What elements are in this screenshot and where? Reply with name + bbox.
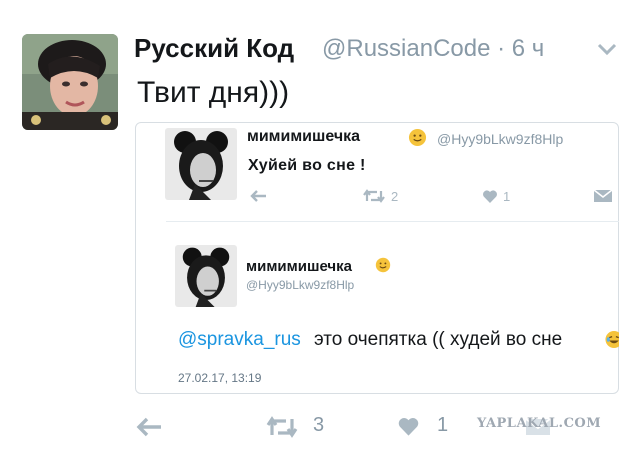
quoted-text: Хуйей во сне !	[248, 157, 366, 174]
like-count: 1	[437, 414, 449, 436]
tweet-text: Твит дня)))	[137, 76, 290, 109]
reply-text: это очепятка (( худей во сне	[314, 329, 563, 350]
retweet-icon	[362, 189, 386, 203]
quoted-handle: @Hyy9bLkw9zf8Hlp	[437, 131, 564, 147]
laughing-emoji	[604, 330, 619, 349]
author-avatar[interactable]	[22, 34, 118, 130]
heart-icon	[482, 189, 498, 204]
quoted-handle: @Hyy9bLkw9zf8Hlp	[246, 278, 355, 292]
quoted-avatar	[175, 245, 237, 307]
retweet-count: 3	[313, 414, 325, 436]
slightly-smiling-emoji	[375, 257, 391, 273]
heart-icon[interactable]	[397, 416, 420, 437]
slightly-smiling-emoji	[408, 128, 427, 147]
like-count: 1	[503, 189, 511, 204]
reply-icon[interactable]	[136, 416, 164, 438]
retweet-icon[interactable]	[265, 416, 299, 438]
chevron-down-icon[interactable]	[596, 40, 618, 58]
quoted-name: мимимишечка	[247, 128, 361, 145]
author-name[interactable]: Русский Код	[134, 33, 294, 64]
quoted-avatar	[165, 128, 237, 200]
author-handle[interactable]: @RussianCode · 6 ч	[322, 35, 544, 63]
mention-link: @spravka_rus	[178, 329, 301, 350]
envelope-icon	[593, 188, 613, 203]
timestamp: 27.02.17, 13:19	[178, 371, 262, 385]
reply-icon	[250, 189, 268, 203]
retweet-count: 2	[391, 189, 399, 204]
watermark: YAPLAKAL.COM	[477, 416, 602, 431]
quoted-name: мимимишечка	[246, 258, 352, 275]
divider	[166, 221, 619, 222]
